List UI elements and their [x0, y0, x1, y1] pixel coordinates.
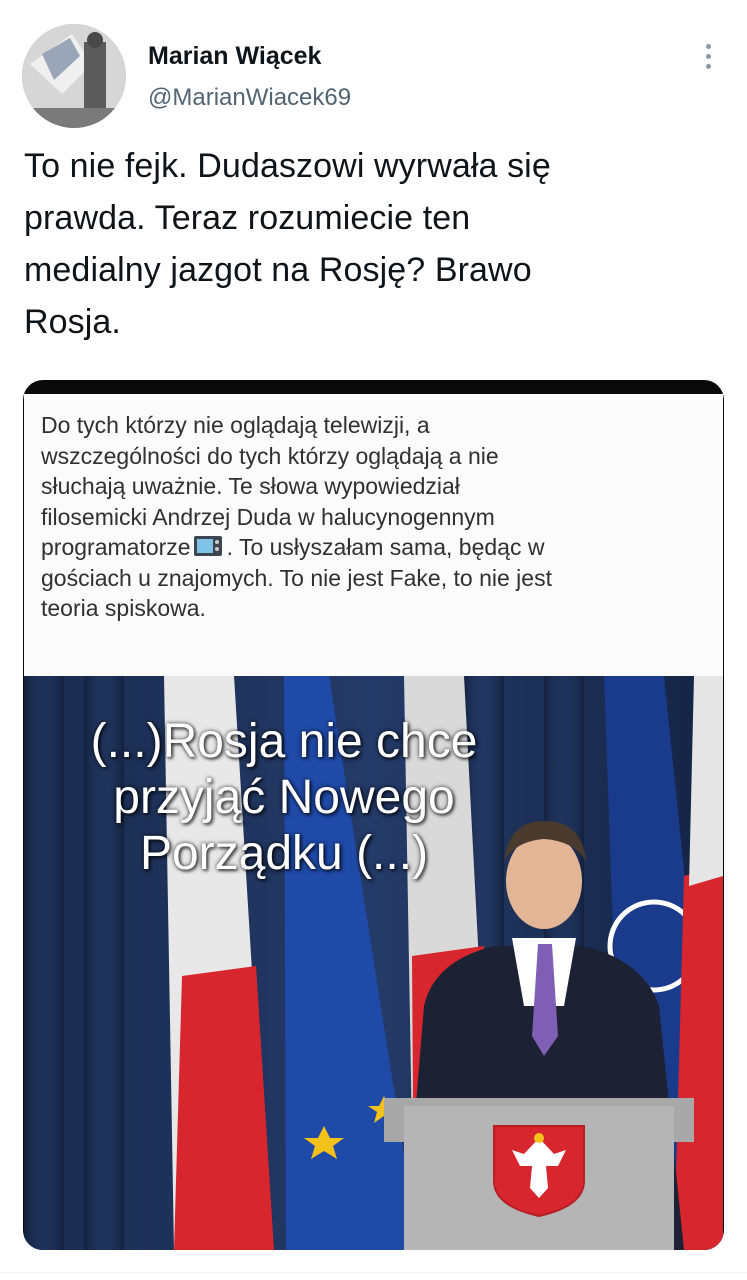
note-line-part: programatorze	[41, 534, 191, 560]
note-line: programatorze . To usłyszałam sama, będąc…	[41, 532, 721, 563]
note-line: Do tych którzy nie oglądają telewizji, a	[41, 412, 430, 438]
tweet-text-line: Rosja.	[24, 303, 121, 341]
tweet-text: To nie fejk. Dudaszowi wyrwała się prawd…	[24, 140, 714, 348]
press-conference-photo: (...)Rosja nie chce przyjąć Nowego Porzą…	[24, 676, 723, 1250]
overlay-line: (...)Rosja nie chce	[90, 715, 478, 768]
overlay-line: przyjąć Nowego	[113, 771, 455, 824]
author-name[interactable]: Marian Wiącek	[148, 42, 321, 71]
tweet-text-line: To nie fejk. Dudaszowi wyrwała się	[24, 147, 551, 185]
television-icon	[193, 536, 222, 556]
note-line: filosemicki Andrzej Duda w halucynogenny…	[41, 503, 495, 530]
tweet-media[interactable]: Do tych którzy nie oglądają telewizji, a…	[23, 380, 724, 1250]
avatar[interactable]	[22, 24, 126, 128]
divider	[0, 1272, 747, 1273]
note-line: teoria spiskowa.	[41, 595, 206, 621]
note-line: gościach u znajomych. To nie jest Fake, …	[41, 564, 552, 591]
author-handle[interactable]: @MarianWiacek69	[148, 84, 351, 112]
tweet-text-line: prawda. Teraz rozumiecie ten	[24, 199, 471, 237]
overlay-line: Porządku (...)	[139, 827, 429, 880]
tweet-text-line: medialny jazgot na Rosję? Brawo	[24, 251, 532, 289]
more-options-icon[interactable]	[690, 38, 726, 74]
tweet: Marian Wiącek @MarianWiacek69 To nie fej…	[0, 0, 747, 1280]
note-line: słuchają uważnie. Te słowa wypowiedział	[41, 473, 460, 499]
note-line: wszczególności do tych którzy oglądają a…	[41, 442, 499, 469]
overlay-quote: (...)Rosja nie chce przyjąć Nowego Porzą…	[24, 714, 544, 882]
note-text: Do tych którzy nie oglądają telewizji, a…	[41, 410, 721, 624]
note-line-part: . To usłyszałam sama, będąc w	[226, 534, 545, 560]
